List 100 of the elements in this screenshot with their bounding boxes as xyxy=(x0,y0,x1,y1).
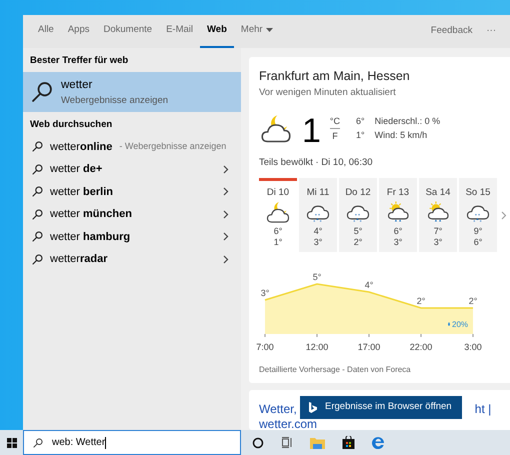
suggestion-item[interactable]: wetter berlin xyxy=(23,180,241,203)
chevron-right-icon xyxy=(223,164,229,174)
suggestion-text: wetteronline xyxy=(50,140,112,154)
forecast-day[interactable]: Fr 13 6° 3° xyxy=(379,178,417,252)
suggestion-text: wetter de+ xyxy=(50,162,102,177)
time-label: 3:00 xyxy=(464,342,482,352)
suggestion-text: wetter hamburg xyxy=(50,230,130,244)
tab[interactable]: Apps xyxy=(60,15,96,48)
best-match-title: wetter xyxy=(61,78,94,92)
current-temperature: 1 xyxy=(302,114,321,148)
suggestion-hint: - Webergebnisse anzeigen xyxy=(119,140,226,153)
browser-e-icon[interactable] xyxy=(372,436,385,449)
search-icon xyxy=(33,438,43,448)
day-label: So 15 xyxy=(466,187,490,198)
result-link[interactable]: ht | xyxy=(474,400,492,418)
forecast-day[interactable]: Do 12 5° 2° xyxy=(339,178,377,252)
suggestion-item[interactable]: wetter de+ xyxy=(23,158,241,180)
chevron-right-icon xyxy=(223,254,229,264)
moon-cloud-icon xyxy=(265,201,291,224)
shopping-bag-icon[interactable] xyxy=(342,436,355,449)
sun-cloud-rain-icon xyxy=(385,201,411,224)
day-low: 1° xyxy=(274,237,282,248)
suggestion-text: wetter berlin xyxy=(50,184,113,200)
day-low: 6° xyxy=(474,237,482,248)
high-temperature: 6° xyxy=(356,115,365,128)
chevron-right-icon xyxy=(223,187,229,196)
search-icon xyxy=(32,186,43,198)
search-icon xyxy=(31,81,53,104)
day-high: 7° xyxy=(434,226,442,238)
task-view-icon[interactable] xyxy=(281,437,293,448)
forecast-source-text: Detaillierte Vorhersage - Daten von Foreca xyxy=(259,364,412,376)
chevron-right-icon xyxy=(223,232,229,242)
temperature-label: 2° xyxy=(468,296,478,306)
more-button[interactable]: ··· xyxy=(480,15,502,48)
day-low: 2° xyxy=(354,237,362,248)
day-high: 5° xyxy=(354,226,362,238)
search-icon xyxy=(32,208,43,220)
day-label: Sa 14 xyxy=(426,187,450,198)
feedback-button[interactable]: Feedback xyxy=(422,15,480,48)
search-text: web: Wetter xyxy=(52,436,106,450)
day-high: 9° xyxy=(474,226,482,238)
day-label: Fr 13 xyxy=(386,187,410,198)
annotation: 20% xyxy=(452,320,468,330)
forecast-day[interactable]: Sa 14 7° 3° xyxy=(419,178,457,252)
day-high: 6° xyxy=(394,226,402,238)
time-label: 7:00 xyxy=(256,342,274,352)
search-icon xyxy=(32,141,43,152)
time-label: 12:00 xyxy=(306,342,328,352)
search-icon xyxy=(32,254,43,265)
day-low: 3° xyxy=(394,237,402,248)
tab[interactable]: E-Mail xyxy=(159,15,200,48)
suggestion-item[interactable]: wetteronline - Webergebnisse anzeigen xyxy=(23,136,241,158)
chevron-right-icon xyxy=(223,210,229,219)
circle-icon[interactable] xyxy=(252,436,264,448)
tab[interactable]: Alle xyxy=(31,15,61,48)
day-label: Di 10 xyxy=(266,187,290,198)
suggestion-item[interactable]: wetterradar xyxy=(23,248,241,270)
chevron-right-icon[interactable] xyxy=(501,210,507,220)
result-link[interactable]: Wetter, xyxy=(259,400,297,418)
tab[interactable]: Mehr xyxy=(234,15,280,48)
forecast-day[interactable]: So 15 9° 6° xyxy=(459,178,497,252)
bing-logo-icon xyxy=(309,402,317,413)
best-match-subtitle: Webergebnisse anzeigen xyxy=(61,94,168,108)
tooltip-text: Ergebnisse im Browser öffnen xyxy=(325,400,452,414)
search-icon xyxy=(32,231,43,242)
result-url[interactable]: wetter.com xyxy=(259,418,510,430)
celsius-unit[interactable]: °C xyxy=(330,114,340,129)
suggestion-text: wetter münchen xyxy=(50,207,132,222)
suggestion-item[interactable]: wetter hamburg xyxy=(23,226,241,248)
time-label: 22:00 xyxy=(410,342,432,352)
condition-text: Teils bewölkt · Di 10, 06:30 xyxy=(259,156,374,170)
best-match-item[interactable]: wetter Webergebnisse anzeigen xyxy=(23,72,241,112)
folder-icon[interactable] xyxy=(310,436,325,448)
forecast-day[interactable]: Mi 11 4° 3° xyxy=(299,178,337,252)
day-high: 6° xyxy=(274,226,282,238)
rain-chance-label: 20% xyxy=(448,320,468,330)
fahrenheit-unit[interactable]: F xyxy=(332,129,338,143)
sun-cloud-rain-icon xyxy=(425,201,451,224)
suggestion-text: wetterradar xyxy=(50,252,108,267)
section-heading: Bester Treffer für web xyxy=(29,54,130,68)
suggestion-item[interactable]: wetter münchen xyxy=(23,203,241,226)
temperature-label: 5° xyxy=(312,272,322,282)
updated-text: Vor wenigen Minuten aktualisiert xyxy=(259,86,397,100)
tab[interactable]: Dokumente xyxy=(96,15,160,48)
moon-cloud-icon xyxy=(259,114,293,143)
temperature-label: 3° xyxy=(260,288,270,298)
day-low: 3° xyxy=(314,237,322,248)
location-title: Frankfurt am Main, Hessen xyxy=(259,68,411,85)
caret-icon xyxy=(266,28,273,33)
low-temperature: 1° xyxy=(356,129,365,142)
temperature-label: 2° xyxy=(416,296,426,306)
taskbar-search-field[interactable]: web: Wetter xyxy=(23,430,241,455)
windows-logo-icon[interactable] xyxy=(6,438,16,448)
day-high: 4° xyxy=(314,226,322,238)
day-label: Do 12 xyxy=(345,187,371,198)
wind-text: Wind: 5 km/h xyxy=(374,129,428,142)
day-low: 3° xyxy=(434,237,442,248)
day-label: Mi 11 xyxy=(306,187,330,198)
time-label: 17:00 xyxy=(358,342,380,352)
temperature-label: 4° xyxy=(364,280,374,290)
